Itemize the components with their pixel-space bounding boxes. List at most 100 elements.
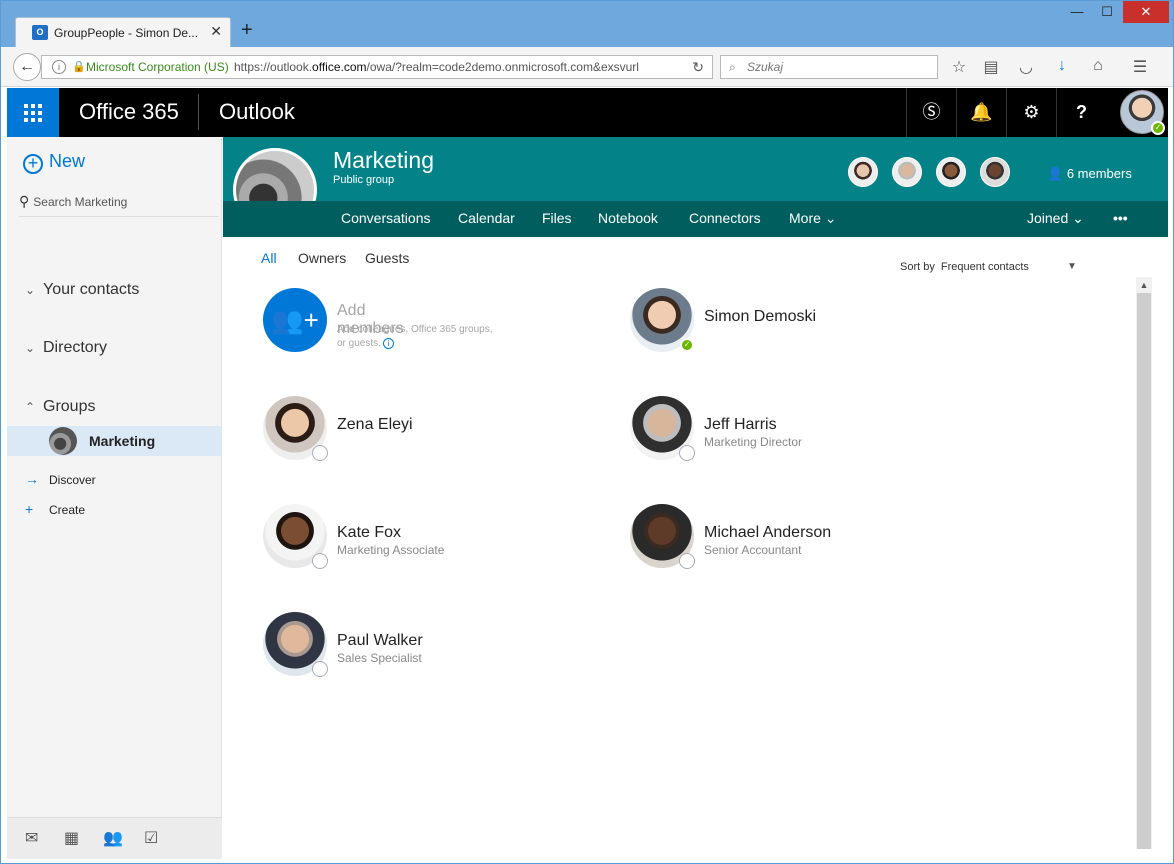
product-name[interactable]: Outlook <box>219 99 295 125</box>
groups-section[interactable]: ⌃ Groups <box>25 398 95 416</box>
waffle-icon[interactable] <box>7 88 59 137</box>
left-nav: + New ⚲ Search Marketing ⌄ Your contacts ⌄ D… <box>7 137 222 859</box>
presence-offline-icon <box>313 446 327 460</box>
suite-header: Office 365 Outlook Ⓢ 🔔 ⚙ ? ✓ <box>7 88 1168 137</box>
bell-icon[interactable]: 🔔 <box>956 88 1006 137</box>
tab-conversations[interactable]: Conversations <box>341 210 431 226</box>
scroll-up-icon[interactable]: ▲ <box>1136 277 1152 293</box>
maximize-button[interactable]: ☐ <box>1093 1 1121 23</box>
add-members-description: Add colleagues, Office 365 groups, or gue… <box>337 323 497 351</box>
your-contacts-section[interactable]: ⌄ Your contacts <box>25 281 139 299</box>
joined-button[interactable]: Joined ⌄ <box>1027 210 1084 227</box>
presence-offline-icon <box>313 662 327 676</box>
create-link[interactable]: + Create <box>25 501 85 517</box>
tab-close-icon[interactable]: ✕ <box>210 23 222 40</box>
tab-files[interactable]: Files <box>542 210 572 226</box>
member-name: Michael Anderson <box>704 524 832 541</box>
add-members-line1: Add colleagues, Office 365 groups, <box>337 324 493 335</box>
presence-offline-icon <box>313 554 327 568</box>
chevron-down-icon: ⌄ <box>1072 210 1084 226</box>
help-icon[interactable]: ? <box>1056 88 1106 137</box>
member-avatar[interactable] <box>936 157 966 187</box>
member-name: Paul Walker <box>337 632 423 649</box>
url-text[interactable]: https://outlook.office.com/owa/?realm=co… <box>234 56 639 78</box>
filter-owners[interactable]: Owners <box>298 250 346 266</box>
member-name: Simon Demoski <box>704 308 817 325</box>
directory-section[interactable]: ⌄ Directory <box>25 339 107 357</box>
group-title: Marketing <box>333 147 434 173</box>
reload-icon[interactable]: ↻ <box>692 56 704 78</box>
address-bar[interactable]: i 🔒 Microsoft Corporation (US) https://o… <box>41 55 713 79</box>
title-bar: O GroupPeople - Simon De... ✕ + — ☐ ✕ <box>1 1 1173 47</box>
member-title: Sales Specialist <box>337 651 422 665</box>
sort-label: Sort by <box>900 261 935 273</box>
members-count[interactable]: 👤 6 members <box>1047 166 1132 182</box>
browser-window: O GroupPeople - Simon De... ✕ + — ☐ ✕ ← … <box>0 0 1174 864</box>
chevron-down-icon: ⌄ <box>25 341 36 355</box>
download-icon[interactable]: ↓ <box>1052 57 1072 75</box>
new-label: New <box>49 151 86 171</box>
home-icon[interactable]: ⌂ <box>1088 57 1108 75</box>
tasks-icon[interactable]: ☑ <box>144 828 158 848</box>
reading-list-icon[interactable]: ▤ <box>981 57 1001 77</box>
presence-offline-icon <box>680 446 694 460</box>
more-label: More <box>789 210 821 226</box>
people-icon[interactable]: 👥 <box>103 828 123 848</box>
group-item-label: Marketing <box>89 433 156 449</box>
close-window-button[interactable]: ✕ <box>1123 1 1169 23</box>
skype-icon[interactable]: Ⓢ <box>906 88 956 137</box>
gear-icon[interactable]: ⚙ <box>1006 88 1056 137</box>
star-icon[interactable]: ☆ <box>949 57 969 77</box>
info-icon[interactable]: i <box>52 60 66 74</box>
more-actions-button[interactable]: ••• <box>1113 210 1128 226</box>
new-button[interactable]: + New <box>23 151 85 174</box>
tab-title: GroupPeople - Simon De... <box>54 26 199 40</box>
search-icon: ⚲ <box>19 193 30 209</box>
sort-dropdown[interactable]: Sort by Frequent contacts ▼ <box>900 261 1077 273</box>
member-avatar[interactable] <box>848 157 878 187</box>
member-name: Kate Fox <box>337 524 402 541</box>
pocket-icon[interactable]: ◡ <box>1016 57 1036 77</box>
scrollbar-thumb[interactable] <box>1137 293 1151 849</box>
new-tab-button[interactable]: + <box>241 19 253 42</box>
members-count-label: 6 members <box>1066 166 1132 181</box>
profile-avatar[interactable]: ✓ <box>1120 90 1165 135</box>
module-switcher: ✉ ▦ 👥 ☑ <box>7 817 222 859</box>
presence-available-icon: ✓ <box>1151 121 1165 135</box>
tab-more[interactable]: More ⌄ <box>789 210 837 227</box>
calendar-icon[interactable]: ▦ <box>64 828 79 848</box>
tab-notebook[interactable]: Notebook <box>598 210 658 226</box>
your-contacts-label: Your contacts <box>43 281 140 298</box>
group-avatar <box>49 427 77 455</box>
discover-link[interactable]: → Discover <box>25 471 96 487</box>
chevron-down-icon: ⌄ <box>25 283 36 297</box>
info-icon[interactable]: i <box>382 338 394 349</box>
add-people-icon[interactable]: 👥+ <box>263 288 327 352</box>
search-marketing-input[interactable]: ⚲ Search Marketing <box>19 193 219 217</box>
member-avatar[interactable] <box>892 157 922 187</box>
menu-icon[interactable]: ☰ <box>1130 57 1150 77</box>
search-placeholder: Szukaj <box>747 60 784 74</box>
joined-label: Joined <box>1027 210 1069 226</box>
search-input[interactable]: ⌕ Szukaj <box>720 55 938 79</box>
filter-guests[interactable]: Guests <box>365 250 409 266</box>
tab-calendar[interactable]: Calendar <box>458 210 515 226</box>
site-identity[interactable]: Microsoft Corporation (US) <box>86 56 229 78</box>
directory-label: Directory <box>43 339 108 356</box>
filter-all[interactable]: All <box>261 250 277 266</box>
mail-icon[interactable]: ✉ <box>25 828 38 848</box>
member-avatar[interactable] <box>980 157 1010 187</box>
scrollbar[interactable]: ▲ <box>1136 277 1152 849</box>
group-item-marketing[interactable]: Marketing <box>7 426 222 456</box>
member-title: Marketing Director <box>704 435 803 449</box>
member-title: Marketing Associate <box>337 543 445 557</box>
url-suffix: /owa/?realm=code2demo.onmicrosoft.com&ex… <box>366 60 639 74</box>
plus-icon: + <box>25 501 34 517</box>
suite-app-name[interactable]: Office 365 <box>79 99 179 125</box>
tab-connectors[interactable]: Connectors <box>689 210 761 226</box>
url-prefix: https://outlook. <box>234 60 313 74</box>
minimize-button[interactable]: — <box>1063 1 1091 23</box>
browser-tab[interactable]: O GroupPeople - Simon De... ✕ <box>15 17 231 47</box>
caret-down-icon: ▼ <box>1067 261 1077 272</box>
back-icon[interactable]: ← <box>13 53 41 81</box>
